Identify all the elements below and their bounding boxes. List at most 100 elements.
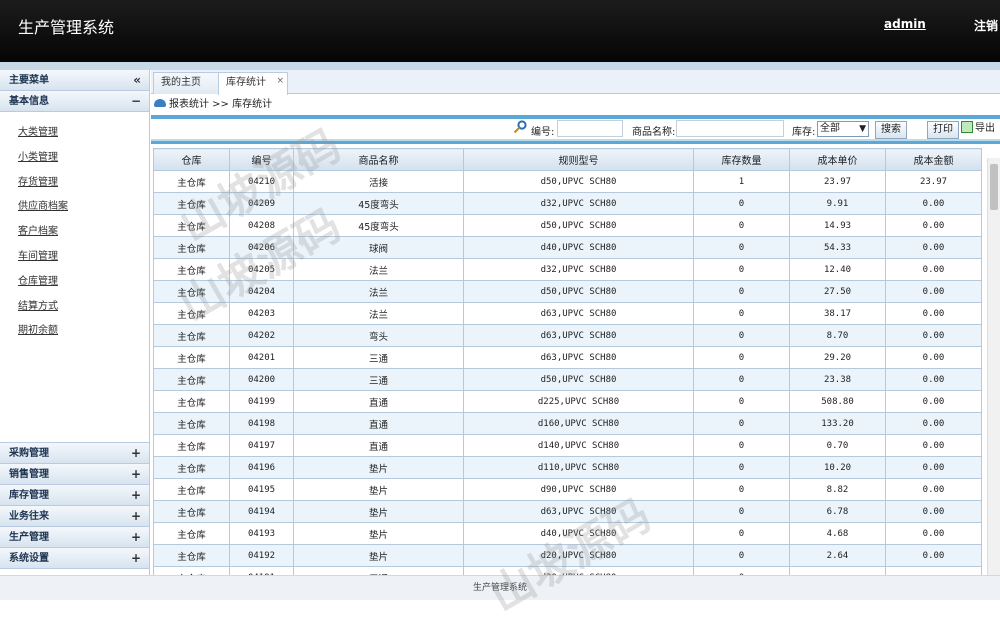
- sidebar-group-sales[interactable]: 销售管理 +: [0, 464, 149, 485]
- col-header-code[interactable]: 编号: [229, 148, 294, 171]
- cell-warehouse: 主仓库: [153, 412, 230, 435]
- sidebar-group-production[interactable]: 生产管理 +: [0, 527, 149, 548]
- cell-quantity: 0: [693, 412, 790, 435]
- cell-unit-cost: 12.40: [789, 258, 886, 281]
- table-row[interactable]: 主仓库 04209 45度弯头 d32,UPVC SCH80 0 9.91 0.00: [153, 192, 982, 215]
- expand-icon[interactable]: +: [131, 527, 141, 548]
- table-row[interactable]: 主仓库 04206 球阀 d40,UPVC SCH80 0 54.33 0.00: [153, 236, 982, 259]
- table-row[interactable]: 主仓库 04203 法兰 d63,UPVC SCH80 0 38.17 0.00: [153, 302, 982, 325]
- col-header-product-name[interactable]: 商品名称: [293, 148, 464, 171]
- tab-home[interactable]: 我的主页: [153, 72, 220, 94]
- table-row[interactable]: 主仓库 04193 垫片 d40,UPVC SCH80 0 4.68 0.00: [153, 522, 982, 545]
- footer: 生产管理系统: [0, 575, 1000, 600]
- cell-quantity: 0: [693, 566, 790, 575]
- sidebar-item-warehouse[interactable]: 仓库管理: [0, 270, 149, 295]
- table-row[interactable]: 主仓库 04195 垫片 d90,UPVC SCH80 0 8.82 0.00: [153, 478, 982, 501]
- col-header-quantity[interactable]: 库存数量: [693, 148, 790, 171]
- warehouse-select[interactable]: 全部 ▼: [817, 121, 869, 137]
- cell-quantity: 0: [693, 478, 790, 501]
- cell-warehouse: 主仓库: [153, 214, 230, 237]
- cell-quantity: 0: [693, 192, 790, 215]
- cell-total-cost: [885, 566, 982, 575]
- collapse-sidebar-icon[interactable]: «: [133, 70, 141, 91]
- cell-unit-cost: 14.93: [789, 214, 886, 237]
- col-header-spec[interactable]: 规则型号: [463, 148, 694, 171]
- sidebar-item-inventory[interactable]: 存货管理: [0, 171, 149, 196]
- col-header-total-cost[interactable]: 成本金额: [885, 148, 982, 171]
- expand-icon[interactable]: +: [131, 506, 141, 527]
- expand-icon[interactable]: +: [131, 464, 141, 485]
- cell-unit-cost: 9.91: [789, 192, 886, 215]
- cell-quantity: 0: [693, 324, 790, 347]
- close-icon[interactable]: ×: [276, 76, 284, 86]
- search-button[interactable]: 搜索: [875, 121, 907, 139]
- sidebar-item-workshop[interactable]: 车间管理: [0, 245, 149, 270]
- sidebar-item-supplier[interactable]: 供应商档案: [0, 195, 149, 220]
- table-row[interactable]: 主仓库 04202 弯头 d63,UPVC SCH80 0 8.70 0.00: [153, 324, 982, 347]
- cell-code: 04203: [229, 302, 294, 325]
- print-button[interactable]: 打印: [927, 121, 959, 139]
- table-row[interactable]: 主仓库 04198 直通 d160,UPVC SCH80 0 133.20 0.00: [153, 412, 982, 435]
- expand-icon[interactable]: +: [131, 443, 141, 464]
- vertical-scrollbar[interactable]: [987, 158, 1000, 576]
- user-link[interactable]: admin: [884, 17, 926, 31]
- table-row[interactable]: 主仓库 04210 活接 d50,UPVC SCH80 1 23.97 23.97: [153, 170, 982, 193]
- sidebar-group-stock[interactable]: 库存管理 +: [0, 485, 149, 506]
- sidebar-item-opening-balance[interactable]: 期初余额: [0, 319, 149, 344]
- expand-icon[interactable]: +: [131, 485, 141, 506]
- table-body: 主仓库 04210 活接 d50,UPVC SCH80 1 23.97 23.97 主仓库 04…: [153, 170, 982, 575]
- scrollbar-thumb[interactable]: [990, 164, 998, 210]
- table-row[interactable]: 主仓库 04200 三通 d50,UPVC SCH80 0 23.38 0.00: [153, 368, 982, 391]
- cell-unit-cost: 38.17: [789, 302, 886, 325]
- cell-code: 04197: [229, 434, 294, 457]
- cell-spec: d20,UPVC SCH80: [463, 566, 694, 575]
- cell-unit-cost: 508.80: [789, 390, 886, 413]
- cell-product-name: 三通: [293, 368, 464, 391]
- cell-total-cost: 0.00: [885, 478, 982, 501]
- cell-warehouse: 主仓库: [153, 280, 230, 303]
- logout-link[interactable]: 注销: [974, 17, 998, 34]
- table-row[interactable]: 主仓库04191三通d20,UPVC SCH800: [153, 566, 982, 575]
- table-row[interactable]: 主仓库 04204 法兰 d50,UPVC SCH80 0 27.50 0.00: [153, 280, 982, 303]
- cell-warehouse: 主仓库: [153, 390, 230, 413]
- sidebar-item-subcategory[interactable]: 小类管理: [0, 146, 149, 171]
- table-row[interactable]: 主仓库 04205 法兰 d32,UPVC SCH80 0 12.40 0.00: [153, 258, 982, 281]
- code-input[interactable]: [557, 120, 623, 137]
- product-name-input[interactable]: [676, 120, 784, 137]
- collapse-group-icon[interactable]: −: [131, 91, 141, 112]
- sidebar-item-category[interactable]: 大类管理: [0, 121, 149, 146]
- sidebar-group-purchase[interactable]: 采购管理 +: [0, 443, 149, 464]
- sidebar-item-settlement[interactable]: 结算方式: [0, 295, 149, 320]
- table-row[interactable]: 主仓库 04208 45度弯头 d50,UPVC SCH80 0 14.93 0.00: [153, 214, 982, 237]
- cell-product-name: 弯头: [293, 324, 464, 347]
- expand-icon[interactable]: +: [131, 548, 141, 569]
- sidebar-item-customer[interactable]: 客户档案: [0, 220, 149, 245]
- table-row[interactable]: 主仓库 04201 三通 d63,UPVC SCH80 0 29.20 0.00: [153, 346, 982, 369]
- cell-warehouse: 主仓库: [153, 456, 230, 479]
- table-row[interactable]: 主仓库 04197 直通 d140,UPVC SCH80 0 0.70 0.00: [153, 434, 982, 457]
- cell-total-cost: 0.00: [885, 390, 982, 413]
- sidebar-group-label: 采购管理: [9, 448, 49, 459]
- sidebar-group-settings[interactable]: 系统设置 +: [0, 548, 149, 569]
- cell-warehouse: 主仓库: [153, 368, 230, 391]
- warehouse-select-value: 全部: [820, 123, 840, 134]
- cell-product-name: 直通: [293, 412, 464, 435]
- col-header-warehouse[interactable]: 仓库: [153, 148, 230, 171]
- sidebar-group-label: 销售管理: [9, 469, 49, 480]
- cell-unit-cost: 133.20: [789, 412, 886, 435]
- cell-quantity: 0: [693, 390, 790, 413]
- tab-inventory-stats[interactable]: 库存统计 ×: [218, 72, 288, 95]
- table-row[interactable]: 主仓库 04192 垫片 d20,UPVC SCH80 0 2.64 0.00: [153, 544, 982, 567]
- cell-product-name: 法兰: [293, 280, 464, 303]
- table-row[interactable]: 主仓库 04194 垫片 d63,UPVC SCH80 0 6.78 0.00: [153, 500, 982, 523]
- cell-quantity: 0: [693, 214, 790, 237]
- cell-code: 04200: [229, 368, 294, 391]
- sidebar-group-business[interactable]: 业务往来 +: [0, 506, 149, 527]
- chevron-down-icon: ▼: [859, 124, 866, 134]
- export-button[interactable]: 导出: [961, 120, 995, 138]
- sidebar-group-basic-info[interactable]: 基本信息 −: [0, 91, 149, 112]
- col-header-unit-cost[interactable]: 成本单价: [789, 148, 886, 171]
- table-row[interactable]: 主仓库 04199 直通 d225,UPVC SCH80 0 508.80 0.00: [153, 390, 982, 413]
- cell-product-name: 垫片: [293, 544, 464, 567]
- table-row[interactable]: 主仓库 04196 垫片 d110,UPVC SCH80 0 10.20 0.00: [153, 456, 982, 479]
